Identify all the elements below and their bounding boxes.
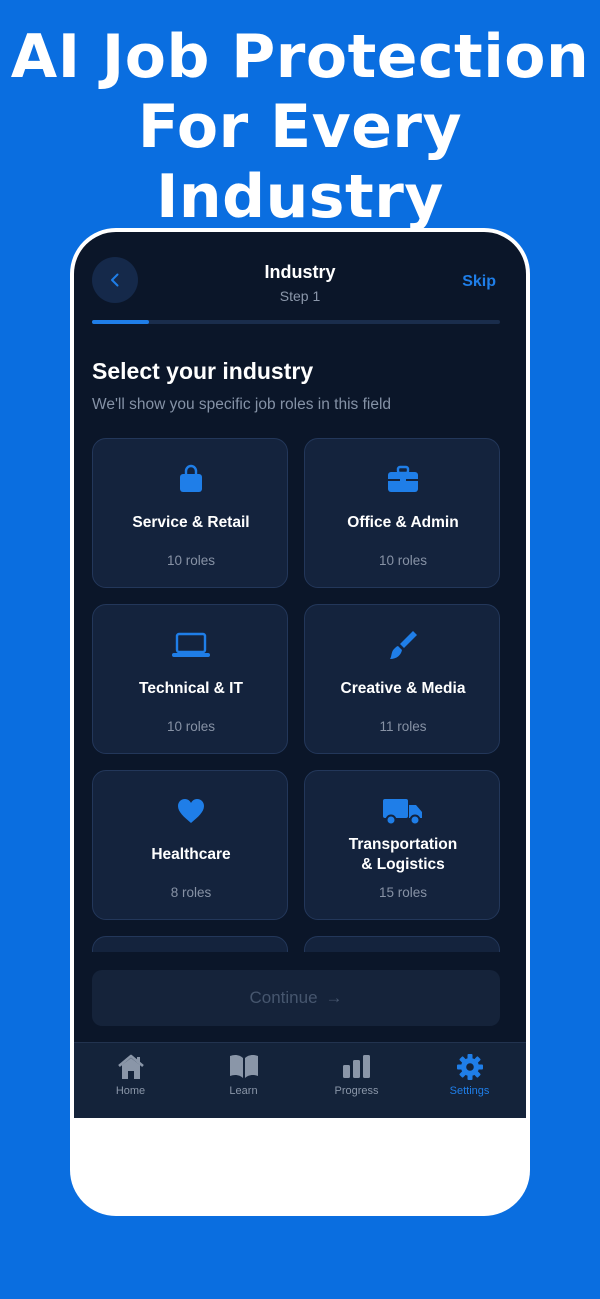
- industry-roles: 8 roles: [170, 885, 212, 900]
- briefcase-icon: [388, 465, 418, 492]
- truck-icon: [383, 799, 422, 826]
- industry-card-partial[interactable]: [92, 936, 288, 952]
- industry-card-service-retail[interactable]: Service & Retail 10 roles: [92, 438, 288, 588]
- section-heading: Select your industry: [92, 358, 314, 384]
- tab-label: Settings: [449, 1085, 490, 1097]
- industry-roles: 10 roles: [166, 719, 216, 734]
- industry-card-healthcare[interactable]: Healthcare 8 roles: [92, 770, 288, 920]
- progress-bar: [92, 320, 500, 324]
- section-subheading: We'll show you specific job roles in thi…: [92, 396, 392, 413]
- industry-name: Service & Retail: [132, 514, 250, 531]
- industry-name: Creative & Media: [340, 680, 466, 697]
- tab-settings[interactable]: Settings: [413, 1043, 526, 1118]
- promo-headline: AI Job Protection For Every Industry: [0, 22, 600, 232]
- continue-label: Continue: [249, 988, 318, 1007]
- industry-roles: 11 roles: [379, 719, 427, 734]
- industry-name: Office & Admin: [347, 514, 459, 531]
- laptop-icon: [172, 632, 210, 657]
- promo-line-1: AI Job Protection: [10, 22, 590, 92]
- industry-roles: 15 roles: [378, 885, 428, 900]
- skip-button[interactable]: Skip: [462, 273, 496, 291]
- shopping-bag-icon: [180, 464, 202, 492]
- arrow-right-icon: →: [325, 988, 343, 1007]
- industry-roles: 10 roles: [378, 553, 428, 568]
- promo-line-2: For Every Industry: [137, 92, 463, 232]
- industry-roles: 10 roles: [166, 553, 216, 568]
- page-title: Industry: [264, 262, 336, 282]
- app-screen: Industry Step 1 Skip Select your industr…: [74, 232, 526, 1118]
- bar-chart-icon: [342, 1055, 370, 1078]
- tab-progress[interactable]: Progress: [300, 1043, 413, 1118]
- industry-card-transportation-logistics[interactable]: Transportation & Logistics 15 roles: [304, 770, 500, 920]
- tab-learn[interactable]: Learn: [187, 1043, 300, 1118]
- book-icon: [229, 1054, 258, 1078]
- progress-fill: [92, 320, 150, 324]
- tab-label: Home: [115, 1085, 146, 1097]
- industry-card-partial[interactable]: [304, 936, 500, 952]
- industry-card-technical-it[interactable]: Technical & IT 10 roles: [92, 604, 288, 754]
- continue-button[interactable]: Continue →: [92, 970, 500, 1026]
- industry-card-creative-media[interactable]: Creative & Media 11 roles: [304, 604, 500, 754]
- house-icon: [117, 1054, 144, 1079]
- heart-icon: [178, 799, 204, 823]
- tab-label: Learn: [229, 1085, 258, 1097]
- gear-icon: [456, 1054, 483, 1080]
- phone-frame: Industry Step 1 Skip Select your industr…: [70, 228, 530, 1216]
- tab-bar: Home Learn Progress Settings: [74, 1042, 526, 1118]
- paintbrush-icon: [390, 631, 417, 659]
- tab-home[interactable]: Home: [74, 1043, 187, 1118]
- industry-card-office-admin[interactable]: Office & Admin 10 roles: [304, 438, 500, 588]
- step-indicator: Step 1: [279, 288, 321, 304]
- industry-name: Healthcare: [151, 846, 231, 863]
- industry-name: Transportation & Logistics: [348, 836, 458, 873]
- industry-grid: Service & Retail 10 roles Office & Admin…: [92, 438, 502, 952]
- tab-label: Progress: [334, 1085, 379, 1097]
- industry-name: Technical & IT: [139, 680, 243, 697]
